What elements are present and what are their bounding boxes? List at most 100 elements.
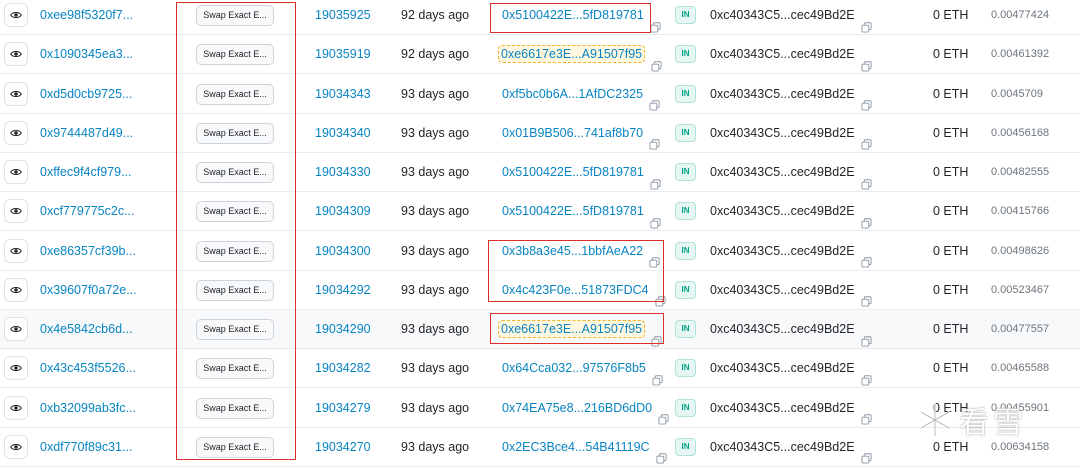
copy-icon[interactable] — [651, 49, 662, 72]
block-link[interactable]: 19035925 — [315, 0, 371, 34]
tx-hash-link[interactable]: 0xffec9f4cf979... — [40, 153, 132, 191]
from-address-link[interactable]: 0x64Cca032...97576F8b5 — [502, 349, 646, 387]
tx-hash-link[interactable]: 0x39607f0a72e... — [40, 271, 137, 309]
from-address-link[interactable]: 0x3b8a3e45...1bbfAeA22 — [502, 232, 643, 270]
copy-icon[interactable] — [861, 88, 872, 111]
block-link[interactable]: 19034300 — [315, 232, 371, 270]
copy-icon[interactable] — [650, 10, 661, 33]
view-details-button[interactable] — [4, 395, 28, 420]
block-link[interactable]: 19034270 — [315, 428, 371, 466]
copy-icon[interactable] — [861, 324, 872, 347]
eye-icon — [10, 48, 22, 60]
to-address-text[interactable]: 0xc40343C5...cec49Bd2E — [710, 35, 855, 73]
tx-hash-link[interactable]: 0xcf779775c2c... — [40, 192, 135, 230]
from-address: 0x2EC3Bce4...54B41119C — [502, 428, 667, 466]
view-details-button[interactable] — [4, 160, 28, 184]
tx-hash-link[interactable]: 0xb32099ab3fc... — [40, 389, 136, 427]
tx-hash-link[interactable]: 0xe86357cf39b... — [40, 232, 136, 270]
copy-icon[interactable] — [649, 127, 660, 150]
copy-icon[interactable] — [861, 245, 872, 268]
view-details-button[interactable] — [4, 238, 28, 263]
tx-hash-link[interactable]: 0x9744487d49... — [40, 114, 133, 152]
to-address-text[interactable]: 0xc40343C5...cec49Bd2E — [710, 349, 855, 387]
to-address-text[interactable]: 0xc40343C5...cec49Bd2E — [710, 232, 855, 270]
copy-icon[interactable] — [861, 402, 872, 425]
view-details-button[interactable] — [4, 317, 28, 341]
view-details-button[interactable] — [4, 42, 28, 67]
from-address-link[interactable]: 0x5100422E...5fD819781 — [502, 153, 644, 191]
to-address: 0xc40343C5...cec49Bd2E — [710, 389, 872, 427]
copy-icon[interactable] — [652, 363, 663, 386]
from-address-link[interactable]: 0xe6617e3E...A91507f95 — [498, 320, 646, 338]
block-link[interactable]: 19034279 — [315, 389, 371, 427]
eye-icon — [10, 362, 22, 374]
txn-fee-text: 0.00465588 — [991, 362, 1050, 375]
table-row: 0xee98f5320f7... Swap Exact E... 19035925 9… — [0, 0, 1080, 35]
eye-icon — [10, 127, 22, 139]
value-text: 0 ETH — [933, 47, 969, 62]
tx-hash-link[interactable]: 0xee98f5320f7... — [40, 0, 133, 34]
age-text: 93 days ago — [401, 204, 470, 219]
tx-hash-link[interactable]: 0xdf770f89c31... — [40, 428, 132, 466]
to-address-text[interactable]: 0xc40343C5...cec49Bd2E — [710, 428, 855, 466]
to-address-text[interactable]: 0xc40343C5...cec49Bd2E — [710, 389, 855, 427]
copy-icon[interactable] — [861, 206, 872, 229]
tx-hash-link[interactable]: 0x1090345ea3... — [40, 35, 133, 73]
copy-icon[interactable] — [650, 206, 661, 229]
tx-hash-link[interactable]: 0xd5d0cb9725... — [40, 75, 132, 113]
from-address-link[interactable]: 0x5100422E...5fD819781 — [502, 0, 644, 34]
from-address-link[interactable]: 0x2EC3Bce4...54B41119C — [502, 428, 650, 466]
to-address-text[interactable]: 0xc40343C5...cec49Bd2E — [710, 114, 855, 152]
to-address-text[interactable]: 0xc40343C5...cec49Bd2E — [710, 0, 855, 34]
block-link[interactable]: 19034309 — [315, 192, 371, 230]
view-details-button[interactable] — [4, 356, 28, 381]
copy-icon[interactable] — [861, 127, 872, 150]
copy-icon[interactable] — [861, 49, 872, 72]
copy-icon[interactable] — [651, 324, 662, 347]
txn-fee-text: 0.00456168 — [991, 126, 1050, 139]
eye-icon — [10, 205, 22, 217]
copy-icon[interactable] — [861, 363, 872, 386]
to-address-text[interactable]: 0xc40343C5...cec49Bd2E — [710, 192, 855, 230]
block-link[interactable]: 19035919 — [315, 35, 371, 73]
view-details-button[interactable] — [4, 199, 28, 224]
copy-icon[interactable] — [655, 284, 666, 307]
copy-icon[interactable] — [861, 167, 872, 190]
tx-hash-link[interactable]: 0x43c453f5526... — [40, 349, 136, 387]
view-details-button[interactable] — [4, 120, 28, 145]
block-link[interactable]: 19034330 — [315, 153, 371, 191]
from-address: 0x01B9B506...741af8b70 — [502, 114, 660, 152]
view-details-button[interactable] — [4, 434, 28, 459]
copy-icon[interactable] — [658, 402, 669, 425]
block-link[interactable]: 19034290 — [315, 310, 371, 348]
direction-badge: IN — [675, 6, 696, 24]
value-text: 0 ETH — [933, 8, 969, 22]
from-address-link[interactable]: 0x01B9B506...741af8b70 — [502, 114, 643, 152]
tx-hash-link[interactable]: 0x4e5842cb6d... — [40, 310, 132, 348]
to-address-text[interactable]: 0xc40343C5...cec49Bd2E — [710, 75, 855, 113]
to-address-text[interactable]: 0xc40343C5...cec49Bd2E — [710, 310, 855, 348]
from-address: 0xf5bc0b6A...1AfDC2325 — [502, 75, 660, 113]
copy-icon[interactable] — [650, 167, 661, 190]
to-address-text[interactable]: 0xc40343C5...cec49Bd2E — [710, 271, 855, 309]
copy-icon[interactable] — [861, 10, 872, 33]
to-address-text[interactable]: 0xc40343C5...cec49Bd2E — [710, 153, 855, 191]
block-link[interactable]: 19034340 — [315, 114, 371, 152]
from-address-link[interactable]: 0xe6617e3E...A91507f95 — [498, 45, 646, 64]
view-details-button[interactable] — [4, 81, 28, 106]
view-details-button[interactable] — [4, 3, 28, 27]
block-link[interactable]: 19034282 — [315, 349, 371, 387]
from-address-link[interactable]: 0x4c423F0e...51873FDC4 — [502, 271, 649, 309]
copy-icon[interactable] — [649, 245, 660, 268]
from-address-link[interactable]: 0xf5bc0b6A...1AfDC2325 — [502, 75, 643, 113]
copy-icon[interactable] — [861, 284, 872, 307]
method-badge: Swap Exact E... — [196, 122, 274, 144]
from-address-link[interactable]: 0x74EA75e8...216BD6dD0 — [502, 389, 652, 427]
copy-icon[interactable] — [656, 441, 667, 464]
from-address-link[interactable]: 0x5100422E...5fD819781 — [502, 192, 644, 230]
block-link[interactable]: 19034292 — [315, 271, 371, 309]
copy-icon[interactable] — [649, 88, 660, 111]
block-link[interactable]: 19034343 — [315, 75, 371, 113]
view-details-button[interactable] — [4, 277, 28, 302]
copy-icon[interactable] — [861, 441, 872, 464]
